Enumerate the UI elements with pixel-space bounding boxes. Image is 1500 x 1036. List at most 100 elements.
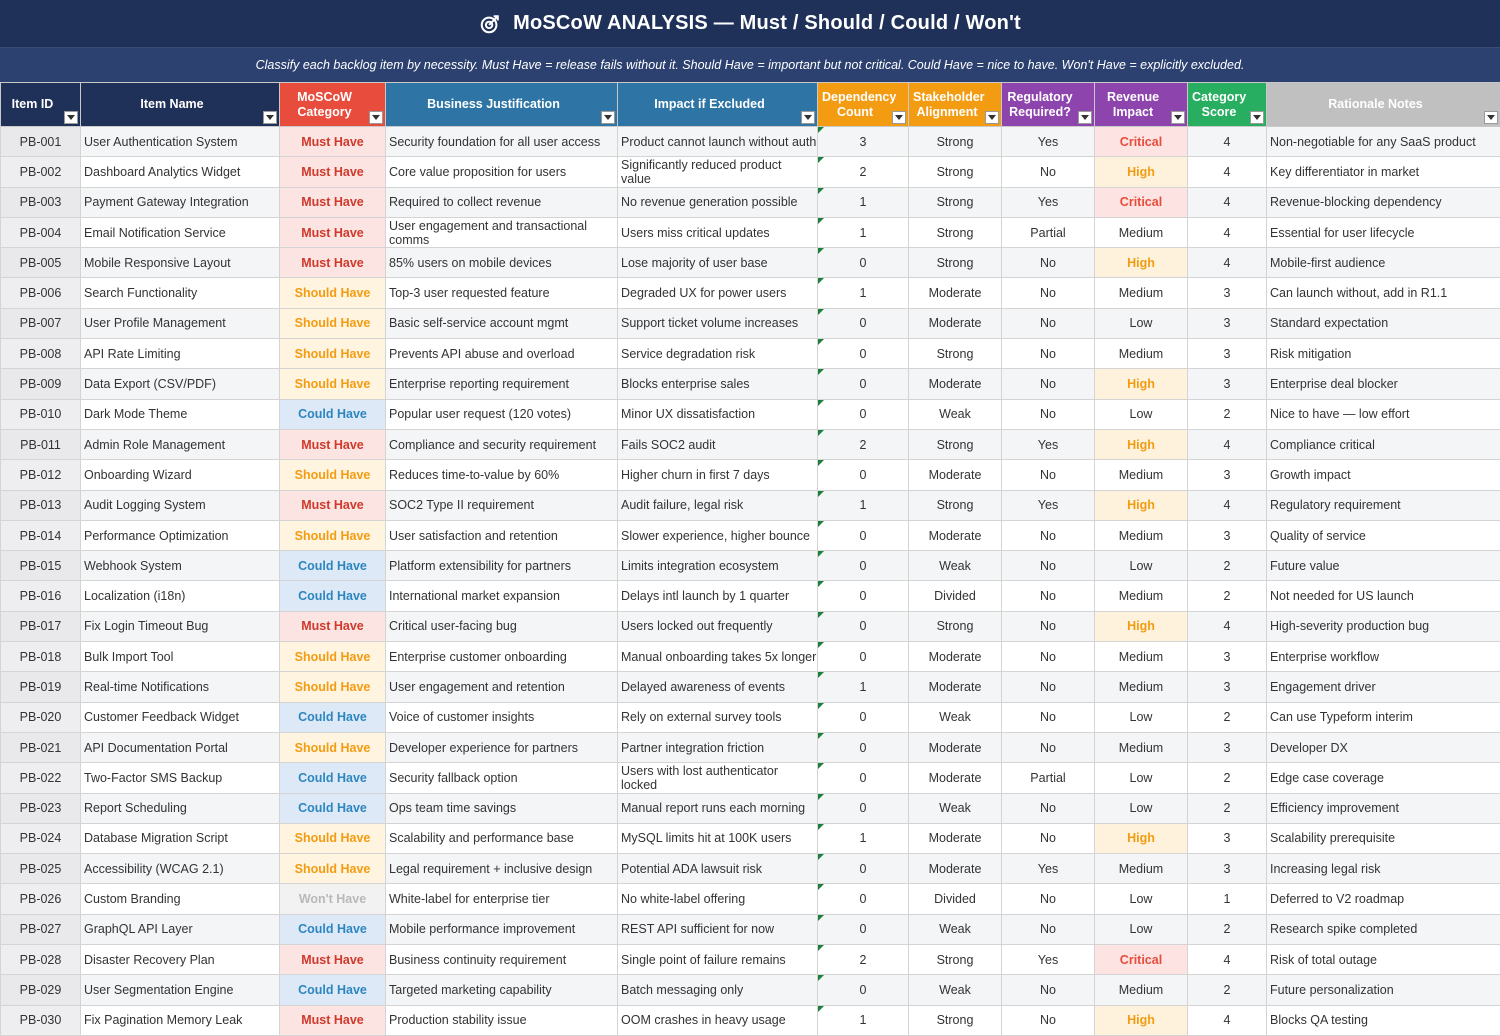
cell-stakeholder[interactable]: Strong — [908, 338, 1002, 370]
cell-impact[interactable]: Users with lost authenticator locked — [617, 762, 818, 794]
cell-stakeholder[interactable]: Strong — [908, 125, 1002, 158]
cell-id[interactable]: PB-009 — [0, 368, 81, 400]
cell-justification[interactable]: Legal requirement + inclusive design — [385, 853, 618, 885]
cell-category[interactable]: Should Have — [279, 459, 386, 491]
cell-stakeholder[interactable]: Strong — [908, 247, 1002, 279]
cell-dependency[interactable]: 1 — [817, 1004, 909, 1036]
cell-score[interactable]: 3 — [1187, 277, 1267, 309]
cell-category[interactable]: Could Have — [279, 974, 386, 1006]
column-header-id[interactable]: Item ID — [0, 82, 81, 127]
cell-justification[interactable]: Enterprise reporting requirement — [385, 368, 618, 400]
cell-category[interactable]: Could Have — [279, 398, 386, 430]
cell-category[interactable]: Must Have — [279, 125, 386, 158]
cell-regulatory[interactable]: No — [1001, 610, 1095, 643]
cell-notes[interactable]: Edge case coverage — [1266, 762, 1500, 794]
cell-justification[interactable]: Popular user request (120 votes) — [385, 398, 618, 430]
cell-id[interactable]: PB-030 — [0, 1004, 81, 1036]
cell-regulatory[interactable]: No — [1001, 1004, 1095, 1036]
cell-justification[interactable]: Ops team time savings — [385, 792, 618, 824]
column-header-regulatory[interactable]: Regulatory Required? — [1001, 82, 1095, 127]
cell-notes[interactable]: Mobile-first audience — [1266, 247, 1500, 279]
cell-name[interactable]: Payment Gateway Integration — [80, 186, 280, 218]
cell-name[interactable]: Real-time Notifications — [80, 671, 280, 703]
cell-name[interactable]: Custom Branding — [80, 883, 280, 915]
cell-impact[interactable]: Degraded UX for power users — [617, 277, 818, 309]
cell-category[interactable]: Must Have — [279, 944, 386, 976]
cell-justification[interactable]: Top-3 user requested feature — [385, 277, 618, 309]
cell-name[interactable]: Admin Role Management — [80, 428, 280, 461]
cell-impact[interactable]: Manual report runs each morning — [617, 792, 818, 824]
cell-stakeholder[interactable]: Moderate — [908, 307, 1002, 340]
cell-revenue[interactable]: Low — [1094, 913, 1188, 946]
cell-regulatory[interactable]: No — [1001, 580, 1095, 612]
cell-score[interactable]: 2 — [1187, 550, 1267, 582]
cell-name[interactable]: Dashboard Analytics Widget — [80, 156, 280, 188]
cell-name[interactable]: Localization (i18n) — [80, 580, 280, 612]
cell-score[interactable]: 3 — [1187, 641, 1267, 673]
cell-dependency[interactable]: 0 — [817, 913, 909, 946]
cell-category[interactable]: Should Have — [279, 519, 386, 552]
cell-id[interactable]: PB-008 — [0, 338, 81, 370]
cell-id[interactable]: PB-001 — [0, 125, 81, 158]
cell-name[interactable]: User Authentication System — [80, 125, 280, 158]
cell-justification[interactable]: Business continuity requirement — [385, 944, 618, 976]
cell-category[interactable]: Must Have — [279, 428, 386, 461]
cell-impact[interactable]: Delays intl launch by 1 quarter — [617, 580, 818, 612]
cell-stakeholder[interactable]: Weak — [908, 974, 1002, 1006]
cell-justification[interactable]: Prevents API abuse and overload — [385, 338, 618, 370]
cell-notes[interactable]: Scalability prerequisite — [1266, 822, 1500, 855]
cell-name[interactable]: Bulk Import Tool — [80, 641, 280, 673]
cell-regulatory[interactable]: Yes — [1001, 944, 1095, 976]
cell-impact[interactable]: Potential ADA lawsuit risk — [617, 853, 818, 885]
cell-revenue[interactable]: Medium — [1094, 974, 1188, 1006]
cell-stakeholder[interactable]: Strong — [908, 1004, 1002, 1036]
cell-dependency[interactable]: 0 — [817, 368, 909, 400]
cell-revenue[interactable]: Low — [1094, 307, 1188, 340]
cell-dependency[interactable]: 0 — [817, 762, 909, 794]
filter-dropdown-icon[interactable] — [1078, 111, 1092, 124]
cell-score[interactable]: 4 — [1187, 156, 1267, 188]
cell-notes[interactable]: Can use Typeform interim — [1266, 701, 1500, 733]
column-header-score[interactable]: Category Score — [1187, 82, 1267, 127]
column-header-revenue[interactable]: Revenue Impact — [1094, 82, 1188, 127]
cell-score[interactable]: 1 — [1187, 883, 1267, 915]
cell-impact[interactable]: OOM crashes in heavy usage — [617, 1004, 818, 1036]
cell-notes[interactable]: Non-negotiable for any SaaS product — [1266, 125, 1500, 158]
cell-dependency[interactable]: 1 — [817, 822, 909, 855]
cell-justification[interactable]: 85% users on mobile devices — [385, 247, 618, 279]
cell-category[interactable]: Could Have — [279, 550, 386, 582]
cell-regulatory[interactable]: Yes — [1001, 186, 1095, 218]
cell-justification[interactable]: User engagement and transactional comms — [385, 216, 618, 249]
cell-revenue[interactable]: High — [1094, 822, 1188, 855]
cell-id[interactable]: PB-010 — [0, 398, 81, 430]
cell-stakeholder[interactable]: Strong — [908, 186, 1002, 218]
cell-stakeholder[interactable]: Moderate — [908, 277, 1002, 309]
cell-notes[interactable]: Enterprise workflow — [1266, 641, 1500, 673]
cell-stakeholder[interactable]: Weak — [908, 398, 1002, 430]
cell-score[interactable]: 3 — [1187, 459, 1267, 491]
cell-name[interactable]: Audit Logging System — [80, 489, 280, 521]
cell-stakeholder[interactable]: Strong — [908, 428, 1002, 461]
cell-impact[interactable]: Manual onboarding takes 5x longer — [617, 641, 818, 673]
cell-id[interactable]: PB-028 — [0, 944, 81, 976]
cell-dependency[interactable]: 2 — [817, 156, 909, 188]
cell-name[interactable]: User Profile Management — [80, 307, 280, 340]
cell-id[interactable]: PB-025 — [0, 853, 81, 885]
cell-id[interactable]: PB-011 — [0, 428, 81, 461]
cell-dependency[interactable]: 0 — [817, 247, 909, 279]
cell-score[interactable]: 4 — [1187, 489, 1267, 521]
cell-dependency[interactable]: 1 — [817, 671, 909, 703]
cell-revenue[interactable]: Low — [1094, 550, 1188, 582]
cell-impact[interactable]: Rely on external survey tools — [617, 701, 818, 733]
column-header-category[interactable]: MoSCoW Category — [279, 82, 386, 127]
cell-notes[interactable]: Revenue-blocking dependency — [1266, 186, 1500, 218]
cell-impact[interactable]: Single point of failure remains — [617, 944, 818, 976]
cell-name[interactable]: Mobile Responsive Layout — [80, 247, 280, 279]
cell-id[interactable]: PB-018 — [0, 641, 81, 673]
cell-notes[interactable]: Enterprise deal blocker — [1266, 368, 1500, 400]
cell-category[interactable]: Should Have — [279, 731, 386, 764]
cell-notes[interactable]: Efficiency improvement — [1266, 792, 1500, 824]
cell-score[interactable]: 2 — [1187, 762, 1267, 794]
cell-name[interactable]: Two-Factor SMS Backup — [80, 762, 280, 794]
cell-notes[interactable]: Quality of service — [1266, 519, 1500, 552]
